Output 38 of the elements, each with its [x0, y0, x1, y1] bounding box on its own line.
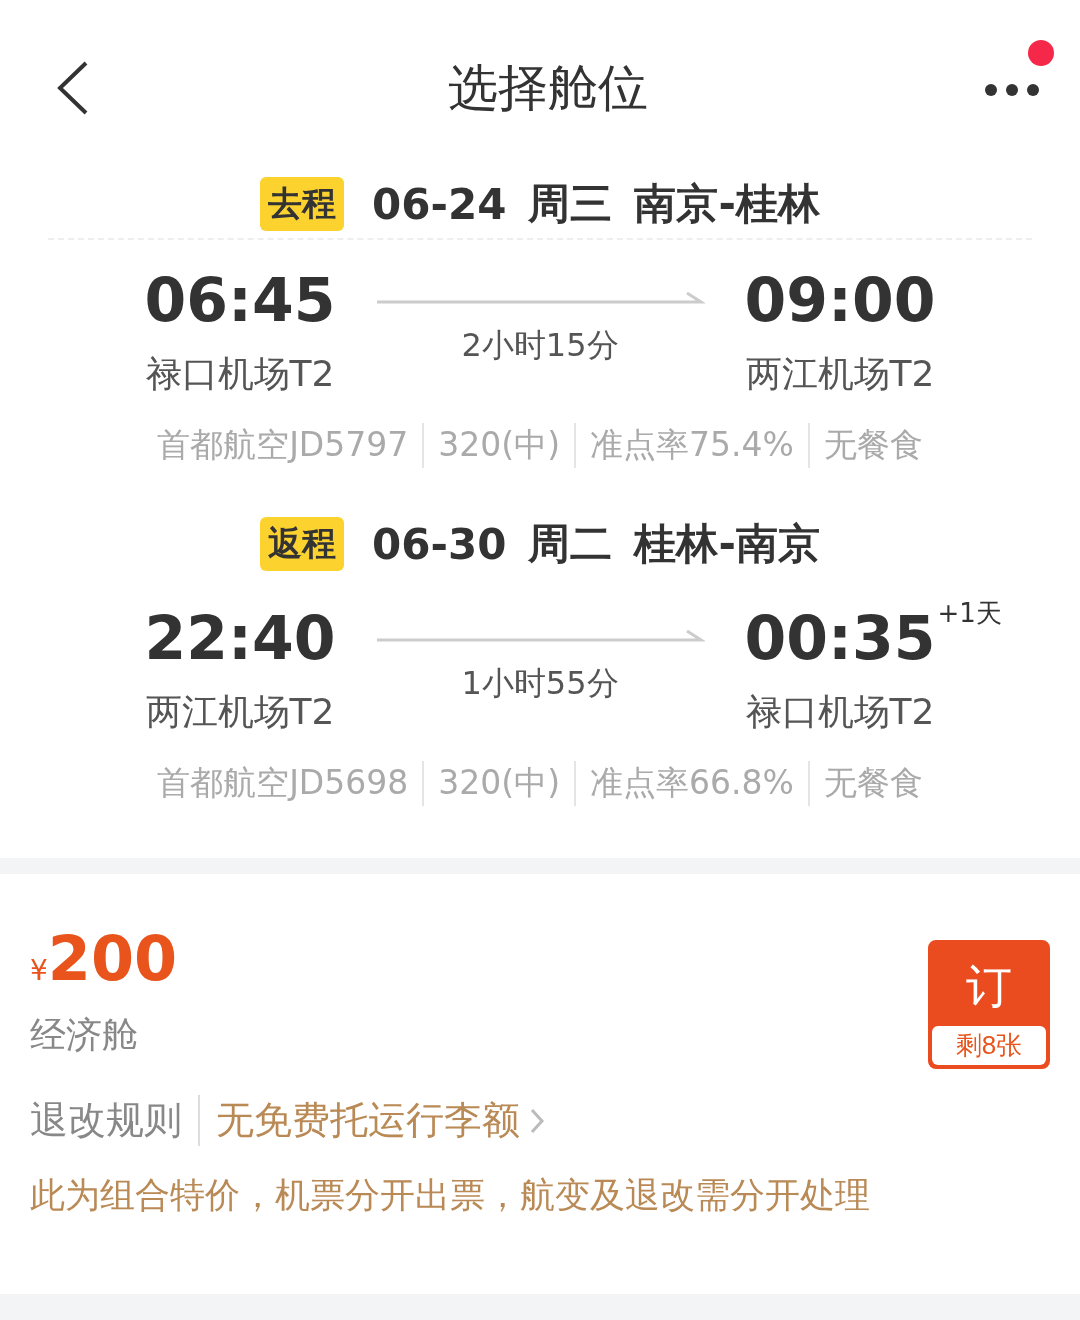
leg-weekday: 周三 — [528, 178, 613, 230]
leg-weekday: 周二 — [528, 518, 613, 570]
more-icon[interactable] — [984, 82, 1040, 97]
price: 200 — [47, 922, 178, 995]
arrive-airport: 两江机场T2 — [745, 352, 935, 396]
leg-date: 06-24 — [372, 179, 507, 229]
arrive-time: 00:35 — [744, 603, 936, 673]
cabin-class: 经济舱 — [30, 1013, 139, 1057]
flight-duration: 1小时55分 — [461, 663, 619, 704]
flight-detail: 无餐食 — [807, 423, 937, 468]
flight-detail: 首都航空JD5797 — [156, 424, 410, 466]
book-button[interactable]: 订 剩8张 — [928, 940, 1050, 1069]
depart-airport: 两江机场T2 — [145, 690, 335, 734]
flight-detail: 320(中) — [422, 423, 574, 468]
flight-duration: 2小时15分 — [461, 325, 619, 366]
leg-route: 桂林-南京 — [634, 518, 820, 570]
depart-time: 22:40 — [144, 608, 336, 668]
leg-route: 南京-桂林 — [634, 178, 820, 230]
refund-rules-link[interactable]: 退改规则 — [30, 1095, 200, 1146]
fare-note: 此为组合特价，机票分开出票，航变及退改需分开处理 — [30, 1174, 871, 1217]
baggage-link[interactable]: 无免费托运行李额 — [216, 1095, 520, 1146]
day-offset: +1天 — [937, 597, 1002, 630]
depart-time: 06:45 — [144, 270, 336, 330]
flight-detail: 320(中) — [422, 761, 574, 806]
depart-airport: 禄口机场T2 — [145, 352, 335, 396]
flight-detail: 首都航空JD5698 — [156, 762, 410, 804]
flight-detail: 准点率66.8% — [574, 761, 808, 806]
chevron-right-icon — [530, 1107, 544, 1134]
trip-tag: 返程 — [260, 517, 345, 571]
arrive-time: 09:00 — [744, 265, 936, 335]
flight-detail: 准点率75.4% — [574, 423, 808, 468]
page-title: 选择舱位 — [448, 57, 648, 119]
back-icon[interactable] — [56, 60, 90, 116]
flight-detail: 无餐食 — [807, 761, 937, 806]
leg-date: 06-30 — [372, 519, 507, 569]
currency-symbol: ¥ — [30, 954, 48, 987]
trip-tag: 去程 — [260, 177, 345, 231]
arrive-airport: 禄口机场T2 — [745, 690, 935, 734]
